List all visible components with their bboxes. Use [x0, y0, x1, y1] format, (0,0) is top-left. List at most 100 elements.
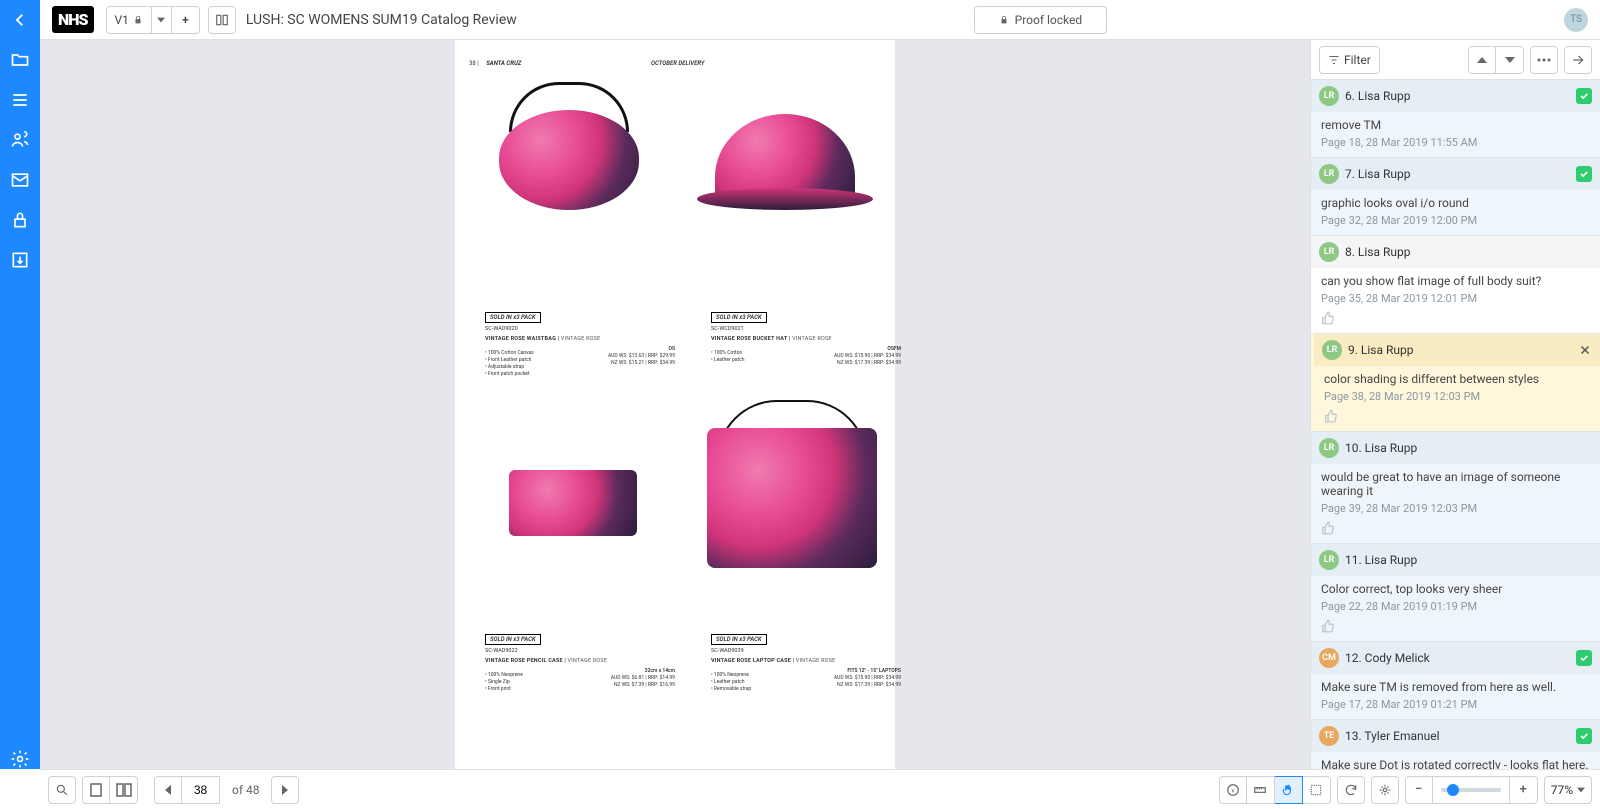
product-block-2: SOLD IN x3 PACK SC-WAD9022 VINTAGE ROSE …	[485, 630, 685, 693]
check-badge	[1576, 88, 1592, 104]
product-block-1: SOLD IN x3 PACK SC-WCD9021 VINTAGE ROSE …	[711, 308, 911, 367]
comment-meta: Page 22, 28 Mar 2019 01:19 PM	[1321, 600, 1590, 613]
check-badge	[1576, 728, 1592, 744]
thumbs-up-button[interactable]	[1321, 311, 1590, 325]
comment-item[interactable]: LR8. Lisa Ruppcan you show flat image of…	[1311, 236, 1600, 334]
comment-avatar: LR	[1319, 438, 1339, 458]
comment-text: color shading is different between style…	[1324, 372, 1590, 386]
comment-author: 11. Lisa Rupp	[1345, 553, 1592, 567]
comment-avatar: LR	[1322, 340, 1342, 360]
page-icon	[90, 783, 102, 797]
comment-item[interactable]: LR6. Lisa Ruppremove TMPage 18, 28 Mar 2…	[1311, 80, 1600, 158]
filter-label: Filter	[1344, 53, 1371, 67]
chevron-down-icon	[157, 16, 165, 24]
more-options-button[interactable]	[1530, 46, 1558, 74]
single-page-button[interactable]	[82, 776, 110, 804]
next-page-button[interactable]	[271, 776, 299, 804]
product-block-3: SOLD IN x3 PACK SC-WAD9039 VINTAGE ROSE …	[711, 630, 911, 693]
close-comment-button[interactable]	[1578, 343, 1592, 357]
compare-button[interactable]	[208, 6, 236, 34]
tool-info[interactable]	[1219, 776, 1247, 804]
version-dropdown[interactable]	[152, 6, 172, 34]
comment-author: 7. Lisa Rupp	[1345, 167, 1570, 181]
product-image-hat	[715, 114, 855, 204]
comment-meta: Page 39, 28 Mar 2019 12:03 PM	[1321, 502, 1590, 515]
comment-item[interactable]: CM12. Cody MelickMake sure TM is removed…	[1311, 642, 1600, 720]
version-button[interactable]: V1	[106, 6, 152, 34]
tool-focus[interactable]	[1371, 776, 1399, 804]
thumbs-up-button[interactable]	[1321, 619, 1590, 633]
thumbs-up-button[interactable]	[1324, 409, 1590, 423]
hand-icon	[1281, 783, 1295, 797]
comment-meta: Page 32, 28 Mar 2019 12:00 PM	[1321, 214, 1590, 227]
comment-text: graphic looks oval i/o round	[1321, 196, 1590, 210]
spread-icon	[116, 783, 132, 797]
comment-text: can you show flat image of full body sui…	[1321, 274, 1590, 288]
chevron-right-icon	[281, 785, 289, 795]
proof-locked-label: Proof locked	[1015, 13, 1083, 27]
left-rail	[0, 40, 40, 769]
filter-button[interactable]: Filter	[1319, 46, 1380, 74]
rail-lock[interactable]	[10, 210, 30, 230]
tool-marquee[interactable]	[1303, 776, 1331, 804]
zoom-out-button[interactable]: −	[1405, 776, 1433, 804]
comment-item[interactable]: TE13. Tyler EmanuelMake sure Dot is rota…	[1311, 720, 1600, 769]
comment-item[interactable]: LR10. Lisa Ruppwould be great to have an…	[1311, 432, 1600, 544]
chevron-down-icon	[1505, 55, 1515, 65]
comment-item[interactable]: LR 9. Lisa Rupp color shading is different…	[1311, 334, 1600, 432]
export-icon	[10, 250, 30, 270]
rail-list[interactable]	[10, 90, 30, 110]
rail-people[interactable]	[10, 130, 30, 150]
zoom-slider[interactable]	[1433, 776, 1510, 804]
comments-list[interactable]: LR6. Lisa Ruppremove TMPage 18, 28 Mar 2…	[1311, 80, 1600, 769]
comment-author: 9. Lisa Rupp	[1348, 343, 1572, 357]
comment-meta: Page 35, 28 Mar 2019 12:01 PM	[1321, 292, 1590, 305]
proof-locked-button[interactable]: Proof locked	[974, 6, 1108, 34]
rail-export[interactable]	[10, 250, 30, 270]
gear-icon	[10, 749, 30, 769]
tool-ruler[interactable]	[1247, 776, 1275, 804]
product-image-pencilcase	[509, 470, 637, 536]
top-toolbar: NHS V1 + LUSH: SC WOMENS SUM19 Catalog R…	[0, 0, 1600, 40]
comment-item[interactable]: LR7. Lisa Ruppgraphic looks oval i/o rou…	[1311, 158, 1600, 236]
comment-author: 12. Cody Melick	[1345, 651, 1570, 665]
rail-mail[interactable]	[10, 170, 30, 190]
prev-comment-button[interactable]	[1468, 46, 1496, 74]
canvas[interactable]: 38 | SANTA CRUZ OCTOBER DELIVERY SOLD IN…	[40, 40, 1310, 769]
comment-author: 8. Lisa Rupp	[1345, 245, 1592, 259]
page-total: of 48	[226, 783, 265, 797]
comment-author: 10. Lisa Rupp	[1345, 441, 1592, 455]
zoom-select[interactable]: 77%	[1544, 776, 1592, 804]
lock-icon	[999, 15, 1009, 25]
ruler-icon	[1253, 783, 1267, 797]
tool-rotate[interactable]	[1337, 776, 1365, 804]
page-input[interactable]	[182, 776, 220, 804]
thumbs-up-button[interactable]	[1321, 521, 1590, 535]
comment-text: Color correct, top looks very sheer	[1321, 582, 1590, 596]
search-icon	[55, 783, 69, 797]
chevron-down-icon	[1577, 786, 1585, 794]
focus-icon	[1378, 783, 1392, 797]
zoom-in-button[interactable]: +	[1510, 776, 1538, 804]
spread-button[interactable]	[110, 776, 138, 804]
rail-settings[interactable]	[10, 749, 30, 769]
tool-hand[interactable]	[1275, 776, 1303, 804]
rail-folder[interactable]	[10, 50, 30, 70]
add-version-button[interactable]: +	[172, 6, 200, 34]
collapse-panel-button[interactable]	[1564, 46, 1592, 74]
version-label: V1	[115, 13, 129, 27]
comment-avatar: LR	[1319, 550, 1339, 570]
check-badge	[1576, 650, 1592, 666]
chevron-left-icon	[164, 785, 172, 795]
product-block-0: SOLD IN x3 PACK SC-WAD9020 VINTAGE ROSE …	[485, 308, 685, 378]
page-header: 38 | SANTA CRUZ	[469, 60, 521, 67]
back-button[interactable]	[0, 0, 40, 40]
prev-page-button[interactable]	[154, 776, 182, 804]
annotation-arrows	[40, 40, 340, 190]
next-comment-button[interactable]	[1496, 46, 1524, 74]
comments-panel: Filter LR6. Lisa Ruppremove TMPage 18, 2…	[1310, 40, 1600, 769]
comment-avatar: TE	[1319, 726, 1339, 746]
user-avatar[interactable]: TS	[1564, 8, 1588, 32]
comment-item[interactable]: LR 11. Lisa Rupp Color correct, top looks …	[1311, 544, 1600, 642]
search-button[interactable]	[48, 776, 76, 804]
